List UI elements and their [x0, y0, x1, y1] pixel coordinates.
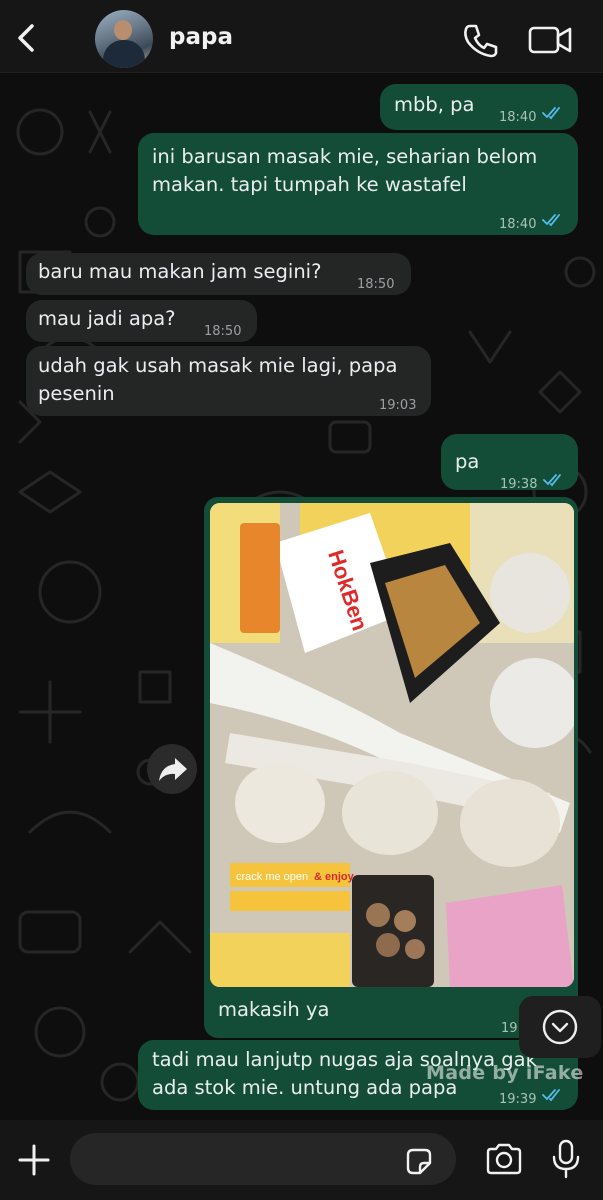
- read-receipt-icon: [542, 214, 560, 227]
- message-bubble[interactable]: mau jadi apa? 18:50: [26, 300, 257, 342]
- message-bubble[interactable]: baru mau makan jam segini? 18:50: [26, 253, 411, 295]
- back-arrow-icon: [18, 24, 34, 52]
- phone-icon: [464, 24, 498, 58]
- message-text: mau jadi apa?: [38, 307, 176, 330]
- message-text: mbb, pa: [394, 93, 475, 116]
- video-camera-icon: [528, 26, 572, 54]
- read-receipt-icon: [542, 1089, 560, 1102]
- message-text: baru mau makan jam segini?: [38, 260, 322, 283]
- video-call-button[interactable]: [526, 22, 574, 58]
- read-receipt-icon: [542, 107, 560, 120]
- voice-message-button[interactable]: [548, 1137, 584, 1181]
- sticker-button[interactable]: [402, 1145, 436, 1179]
- food-photo[interactable]: HokBen crack me open & enjoy: [210, 503, 574, 987]
- image-caption: makasih ya: [218, 998, 330, 1021]
- photo-packet-label: & enjoy: [314, 871, 355, 883]
- back-button[interactable]: [8, 18, 44, 58]
- read-receipt-icon: [543, 474, 561, 487]
- message-input[interactable]: [70, 1133, 456, 1185]
- message-time: 18:40: [499, 110, 537, 125]
- message-time: 19:03: [379, 398, 417, 413]
- message-text: pa: [455, 450, 480, 473]
- scroll-to-bottom-button[interactable]: [519, 996, 601, 1058]
- message-time: 19:39: [499, 1092, 537, 1107]
- message-bubble[interactable]: ini barusan masak mie, seharian belom ma…: [138, 133, 578, 235]
- message-time: 18:50: [357, 277, 395, 292]
- message-time: 19:38: [500, 477, 538, 492]
- forward-arrow-icon: [159, 758, 187, 781]
- sticker-icon: [406, 1148, 432, 1175]
- camera-icon: [486, 1143, 522, 1175]
- message-time: 18:50: [204, 324, 242, 339]
- plus-icon: [18, 1144, 50, 1176]
- camera-button[interactable]: [484, 1139, 524, 1179]
- message-bubble[interactable]: mbb, pa 18:40: [380, 84, 578, 130]
- message-text: ini barusan masak mie, seharian belom ma…: [152, 145, 538, 196]
- message-time: 18:40: [499, 217, 537, 232]
- forward-button[interactable]: [147, 744, 197, 794]
- message-text: udah gak usah masak mie lagi, papa pesen…: [38, 354, 398, 405]
- attach-button[interactable]: [14, 1140, 54, 1180]
- chat-header: papa: [0, 0, 603, 73]
- avatar[interactable]: [95, 10, 153, 68]
- photo-packet-label: crack me open: [236, 871, 308, 883]
- voice-call-button[interactable]: [460, 20, 500, 60]
- contact-name[interactable]: papa: [169, 24, 233, 50]
- message-bubble[interactable]: pa 19:38: [441, 434, 578, 492]
- chevron-down-icon: [542, 1009, 578, 1045]
- message-bubble[interactable]: udah gak usah masak mie lagi, papa pesen…: [26, 346, 431, 416]
- microphone-icon: [552, 1139, 580, 1179]
- watermark: Made by iFake: [426, 1062, 584, 1084]
- message-time: 19: [501, 1021, 518, 1036]
